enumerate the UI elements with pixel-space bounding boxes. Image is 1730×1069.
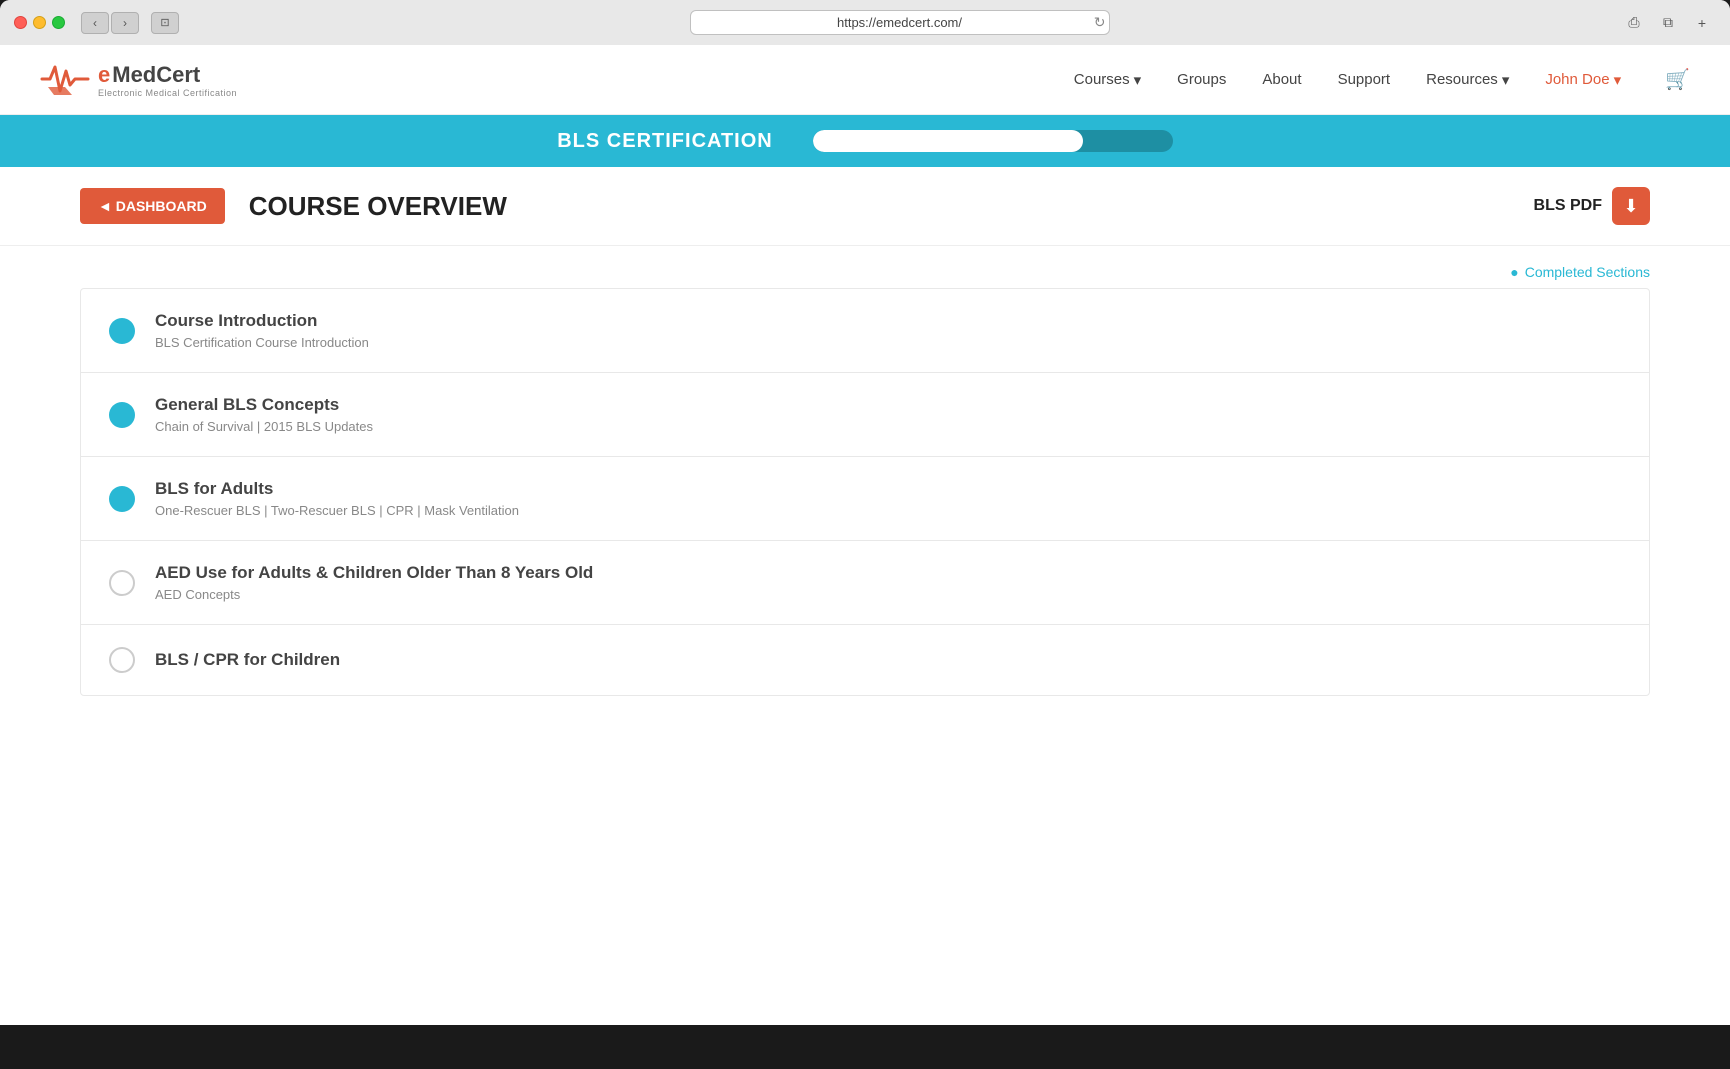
maximize-button[interactable] <box>52 16 65 29</box>
download-icon: ⬇ <box>1623 196 1638 217</box>
forward-button[interactable]: › <box>111 12 139 34</box>
course-name: Course Introduction <box>155 311 369 331</box>
course-info: BLS / CPR for Children <box>155 650 340 670</box>
course-item[interactable]: BLS for Adults One-Rescuer BLS | Two-Resc… <box>81 457 1649 541</box>
completed-legend: ● Completed Sections <box>1510 264 1650 280</box>
cart-icon[interactable]: 🛒 <box>1665 67 1690 92</box>
reader-button[interactable]: ⊡ <box>151 12 179 34</box>
nav-links: Courses ▾ Groups About Support Resources… <box>1074 67 1690 92</box>
course-info: AED Use for Adults & Children Older Than… <box>155 563 593 602</box>
logo-medcert: MedCert <box>112 62 200 88</box>
logo-e: e <box>98 62 110 88</box>
course-name: AED Use for Adults & Children Older Than… <box>155 563 593 583</box>
completed-status-dot <box>109 486 135 512</box>
resources-chevron-icon: ▾ <box>1502 71 1510 89</box>
legend-row: ● Completed Sections <box>0 246 1730 288</box>
user-menu[interactable]: John Doe ▾ <box>1545 71 1621 89</box>
logo-subtitle: Electronic Medical Certification <box>98 88 237 98</box>
course-item[interactable]: BLS / CPR for Children <box>81 625 1649 695</box>
courses-chevron-icon: ▾ <box>1134 71 1142 89</box>
browser-nav-buttons: ‹ › <box>81 12 139 34</box>
progress-bar <box>813 130 1173 152</box>
address-bar-container: https://emedcert.com/ ↻ <box>187 10 1612 35</box>
pdf-section: BLS PDF ⬇ <box>1534 187 1650 225</box>
share-button[interactable]: ⎙ <box>1620 12 1648 34</box>
browser-actions: ⎙ ⧉ + <box>1620 12 1716 34</box>
course-name: General BLS Concepts <box>155 395 373 415</box>
back-button[interactable]: ‹ <box>81 12 109 34</box>
new-tab-button[interactable]: + <box>1688 12 1716 34</box>
course-name: BLS for Adults <box>155 479 519 499</box>
pdf-download-button[interactable]: ⬇ <box>1612 187 1650 225</box>
logo-icon <box>40 57 90 102</box>
course-info: General BLS Concepts Chain of Survival | … <box>155 395 373 434</box>
incomplete-status-dot <box>109 570 135 596</box>
course-name: BLS / CPR for Children <box>155 650 340 670</box>
course-title: COURSE OVERVIEW <box>249 191 507 222</box>
support-link[interactable]: Support <box>1338 71 1391 88</box>
course-header: ◄ DASHBOARD COURSE OVERVIEW BLS PDF ⬇ <box>0 167 1730 246</box>
course-description: Chain of Survival | 2015 BLS Updates <box>155 419 373 434</box>
completed-status-dot <box>109 402 135 428</box>
browser-titlebar: ‹ › ⊡ https://emedcert.com/ ↻ ⎙ ⧉ + <box>0 0 1730 45</box>
course-description: One-Rescuer BLS | Two-Rescuer BLS | CPR … <box>155 503 519 518</box>
address-bar[interactable]: https://emedcert.com/ <box>690 10 1110 35</box>
course-info: Course Introduction BLS Certification Cou… <box>155 311 369 350</box>
about-link[interactable]: About <box>1262 71 1301 88</box>
progress-bar-fill <box>813 130 1083 152</box>
groups-link[interactable]: Groups <box>1177 71 1226 88</box>
reload-button[interactable]: ↻ <box>1094 14 1106 31</box>
course-item[interactable]: AED Use for Adults & Children Older Than… <box>81 541 1649 625</box>
website-content: e MedCert Electronic Medical Certificati… <box>0 45 1730 1025</box>
courses-link[interactable]: Courses ▾ <box>1074 71 1141 89</box>
close-button[interactable] <box>14 16 27 29</box>
completed-status-dot <box>109 318 135 344</box>
logo-main-text: e MedCert <box>98 62 237 88</box>
course-item[interactable]: General BLS Concepts Chain of Survival | … <box>81 373 1649 457</box>
legend-label: Completed Sections <box>1525 264 1650 280</box>
progress-banner: BLS CERTIFICATION <box>0 115 1730 167</box>
course-list: Course Introduction BLS Certification Cou… <box>80 288 1650 696</box>
course-description: AED Concepts <box>155 587 593 602</box>
course-item[interactable]: Course Introduction BLS Certification Cou… <box>81 289 1649 373</box>
minimize-button[interactable] <box>33 16 46 29</box>
resources-link[interactable]: Resources ▾ <box>1426 71 1509 89</box>
dashboard-button[interactable]: ◄ DASHBOARD <box>80 188 225 224</box>
navbar: e MedCert Electronic Medical Certificati… <box>0 45 1730 115</box>
course-info: BLS for Adults One-Rescuer BLS | Two-Resc… <box>155 479 519 518</box>
user-chevron-icon: ▾ <box>1614 71 1622 89</box>
browser-chrome: ‹ › ⊡ https://emedcert.com/ ↻ ⎙ ⧉ + <box>0 0 1730 1025</box>
logo-text: e MedCert Electronic Medical Certificati… <box>98 62 237 98</box>
traffic-lights <box>14 16 65 29</box>
course-description: BLS Certification Course Introduction <box>155 335 369 350</box>
legend-dot: ● <box>1510 264 1518 280</box>
pdf-label: BLS PDF <box>1534 197 1602 215</box>
logo[interactable]: e MedCert Electronic Medical Certificati… <box>40 57 237 102</box>
incomplete-status-dot <box>109 647 135 673</box>
fullscreen-button[interactable]: ⧉ <box>1654 12 1682 34</box>
banner-title: BLS CERTIFICATION <box>557 130 773 153</box>
